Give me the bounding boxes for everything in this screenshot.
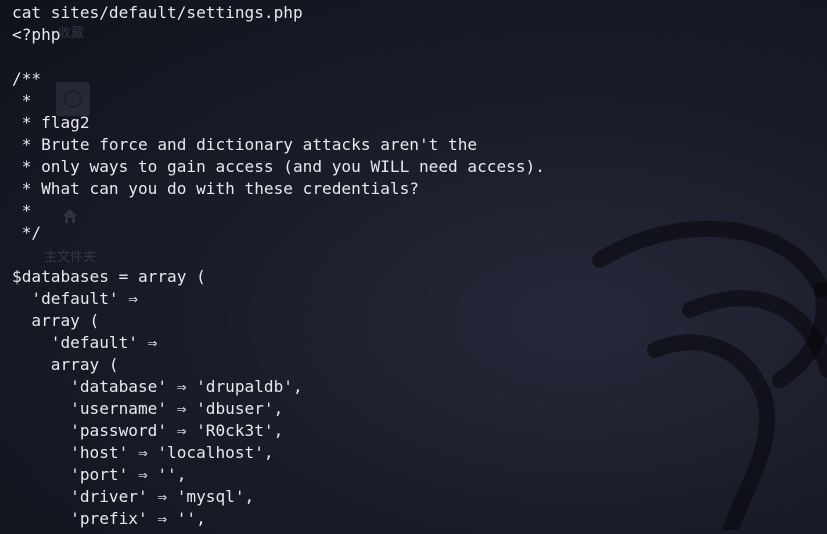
terminal-line: $databases = array ( (12, 267, 206, 286)
terminal-line: * (12, 91, 32, 110)
terminal-line: 'prefix' ⇒ '', (12, 509, 206, 528)
terminal-line: array ( (12, 355, 119, 374)
terminal-line: 'password' ⇒ 'R0ck3t', (12, 421, 284, 440)
terminal-line: */ (12, 223, 42, 242)
dragon-logo (592, 220, 827, 530)
terminal-line: 'default' ⇒ (12, 333, 158, 352)
terminal-line: 'driver' ⇒ 'mysql', (12, 487, 255, 506)
terminal-output: cat sites/default/settings.php <?php /** *… (12, 2, 545, 534)
terminal-line: ), (12, 530, 545, 534)
terminal-line: <?php (12, 25, 61, 44)
terminal-line: 'default' ⇒ (12, 289, 138, 308)
terminal-line: * (12, 201, 32, 220)
terminal-line: 'database' ⇒ 'drupaldb', (12, 377, 303, 396)
terminal-line: * only ways to gain access (and you WILL… (12, 157, 545, 176)
terminal-line: array ( (12, 311, 100, 330)
terminal-line: /** (12, 69, 42, 88)
terminal-line: 'username' ⇒ 'dbuser', (12, 399, 284, 418)
terminal-line: cat sites/default/settings.php (12, 3, 303, 22)
terminal-line: * Brute force and dictionary attacks are… (12, 135, 478, 154)
terminal-window[interactable]: 收藏 主文件夹 cat sites/default/settings.php <?… (0, 0, 827, 534)
terminal-line: * What can you do with these credentials… (12, 179, 419, 198)
terminal-line: 'port' ⇒ '', (12, 465, 187, 484)
terminal-line: * flag2 (12, 113, 90, 132)
terminal-line: 'host' ⇒ 'localhost', (12, 443, 274, 462)
